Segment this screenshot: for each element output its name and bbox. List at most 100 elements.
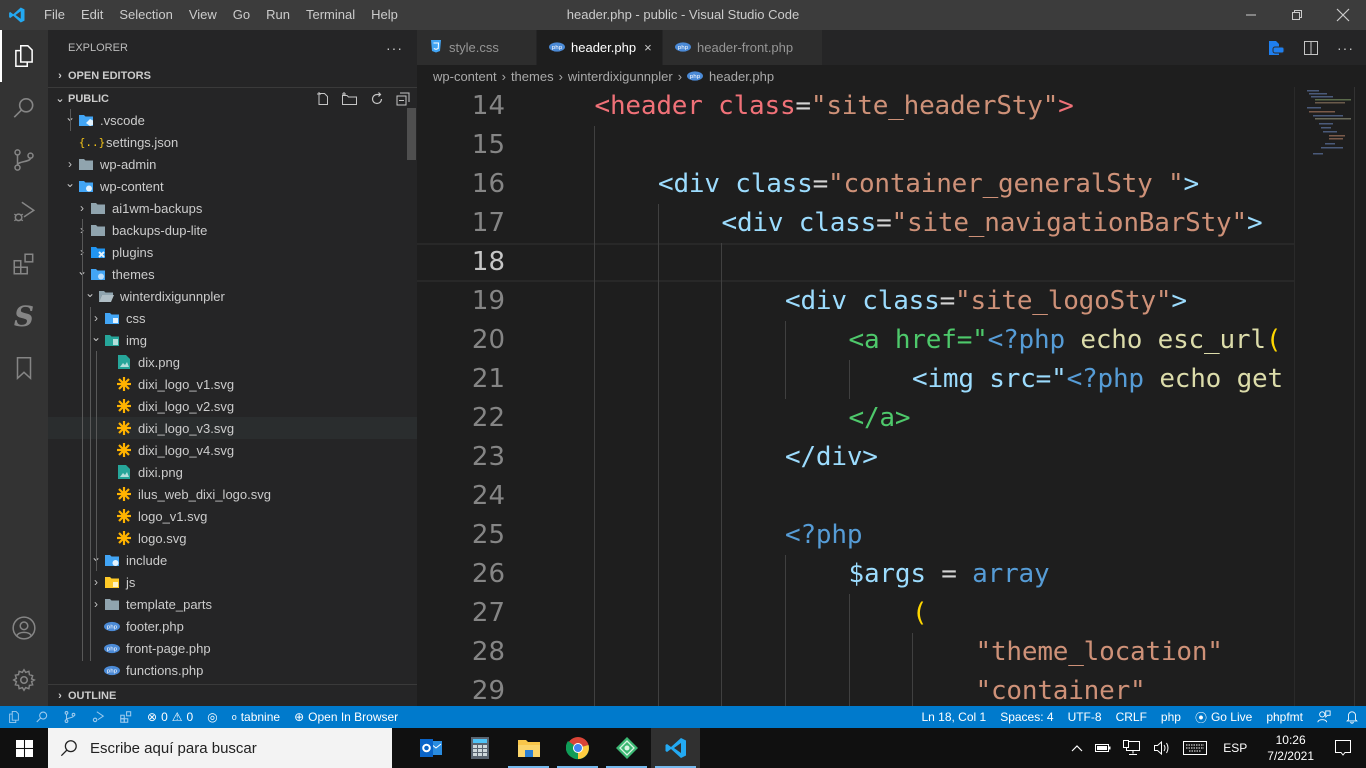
tab-style-css[interactable]: style.css <box>417 30 537 65</box>
start-button[interactable] <box>0 728 48 768</box>
status-source-control[interactable] <box>56 706 84 728</box>
breadcrumb-item[interactable]: winterdixigunnpler <box>568 69 673 84</box>
volume-tray[interactable] <box>1147 740 1177 756</box>
status-open-in-browser[interactable]: ⊕ Open In Browser <box>287 706 405 728</box>
file-item-dixi-logo-v2-svg[interactable]: dixi_logo_v2.svg <box>48 395 417 417</box>
status-language[interactable]: php <box>1154 706 1188 728</box>
open-editors-section[interactable]: › OPEN EDITORS <box>48 65 417 87</box>
activity-snippets[interactable]: S <box>0 290 48 342</box>
minimap[interactable] <box>1294 87 1354 706</box>
folder-item-themes[interactable]: ⌄themes <box>48 263 417 285</box>
network-tray[interactable] <box>1117 740 1147 756</box>
clock[interactable]: 10:26 7/2/2021 <box>1257 732 1324 764</box>
action-center-button[interactable] <box>1324 739 1366 757</box>
taskbar-chrome[interactable] <box>553 728 602 768</box>
status-notifications[interactable] <box>1338 706 1366 728</box>
editor-scrollbar[interactable] <box>1354 87 1366 706</box>
file-item-dixi-logo-v3-svg[interactable]: dixi_logo_v3.svg <box>48 417 417 439</box>
split-editor-icon[interactable] <box>1303 40 1319 56</box>
taskbar-calculator[interactable] <box>455 728 504 768</box>
folder-item--vscode[interactable]: ⌄.vscode <box>48 109 417 131</box>
file-item-dixi-logo-v1-svg[interactable]: dixi_logo_v1.svg <box>48 373 417 395</box>
php-open-preview-icon[interactable] <box>1267 40 1285 56</box>
close-tab-icon[interactable]: × <box>644 40 652 55</box>
file-item-ilus-web-dixi-logo-svg[interactable]: ilus_web_dixi_logo.svg <box>48 483 417 505</box>
menu-file[interactable]: File <box>36 0 73 30</box>
taskbar-outlook[interactable] <box>406 728 455 768</box>
activity-bookmarks[interactable] <box>0 342 48 394</box>
touch-keyboard-tray[interactable] <box>1177 741 1213 755</box>
file-item-footer-php[interactable]: php footer.php <box>48 615 417 637</box>
file-item-dix-png[interactable]: dix.png <box>48 351 417 373</box>
menu-view[interactable]: View <box>181 0 225 30</box>
status-encoding[interactable]: UTF-8 <box>1061 706 1109 728</box>
activity-manage[interactable] <box>0 654 48 706</box>
folder-item-winterdixigunnpler[interactable]: ⌄ winterdixigunnpler <box>48 285 417 307</box>
file-item-dixi-png[interactable]: dixi.png <box>48 461 417 483</box>
tab-header-front-php[interactable]: php header-front.php <box>663 30 823 65</box>
status-phpfmt[interactable]: phpfmt <box>1259 706 1310 728</box>
status-tabnine[interactable]: o tabnine <box>225 706 287 728</box>
taskbar-gitkraken[interactable] <box>602 728 651 768</box>
folder-item-backups-dup-lite[interactable]: ›backups-dup-lite <box>48 219 417 241</box>
status-eol[interactable]: CRLF <box>1109 706 1154 728</box>
activity-extensions[interactable] <box>0 238 48 290</box>
menu-go[interactable]: Go <box>225 0 258 30</box>
code-editor[interactable]: 14 <header class="site_headerSty"> 15 16 <di… <box>417 87 1294 706</box>
menu-help[interactable]: Help <box>363 0 406 30</box>
taskbar-file-explorer[interactable] <box>504 728 553 768</box>
refresh-icon[interactable] <box>369 91 385 107</box>
close-window-button[interactable] <box>1320 0 1366 30</box>
folder-item-css[interactable]: › css <box>48 307 417 329</box>
status-feedback[interactable] <box>1310 706 1338 728</box>
file-item-logo-v1-svg[interactable]: logo_v1.svg <box>48 505 417 527</box>
file-item-dixi-logo-v4-svg[interactable]: dixi_logo_v4.svg <box>48 439 417 461</box>
status-live-share[interactable]: ◎ <box>200 706 224 728</box>
tab-header-php[interactable]: php header.php × <box>537 30 663 65</box>
folder-item-template-parts[interactable]: › template_parts <box>48 593 417 615</box>
new-folder-icon[interactable] <box>341 91 359 107</box>
folder-item-wp-content[interactable]: ⌄ wp-content <box>48 175 417 197</box>
status-extensions[interactable] <box>112 706 140 728</box>
new-file-icon[interactable] <box>315 91 331 107</box>
file-item-settings-json[interactable]: {..} settings.json <box>48 131 417 153</box>
status-search[interactable] <box>28 706 56 728</box>
taskbar-vscode[interactable] <box>651 728 700 768</box>
activity-accounts[interactable] <box>0 602 48 654</box>
file-item-front-page-php[interactable]: php front-page.php <box>48 637 417 659</box>
activity-search[interactable] <box>0 82 48 134</box>
sidebar-scrollbar[interactable] <box>407 108 416 160</box>
menu-run[interactable]: Run <box>258 0 298 30</box>
status-explorer[interactable] <box>0 706 28 728</box>
folder-item-plugins[interactable]: ›plugins <box>48 241 417 263</box>
file-item-logo-svg[interactable]: logo.svg <box>48 527 417 549</box>
folder-item-img[interactable]: ⌄ img <box>48 329 417 351</box>
more-actions-icon[interactable]: ··· <box>1337 40 1354 56</box>
menu-selection[interactable]: Selection <box>111 0 180 30</box>
activity-explorer[interactable] <box>0 30 48 82</box>
file-item-functions-php[interactable]: php functions.php <box>48 659 417 681</box>
activity-run-debug[interactable] <box>0 186 48 238</box>
public-folder-section[interactable]: ⌄ PUBLIC <box>48 87 417 109</box>
status-go-live[interactable]: ⦿ Go Live <box>1188 706 1259 728</box>
taskbar-search-box[interactable]: Escribe aquí para buscar <box>48 728 392 768</box>
folder-item-ai1wm-backups[interactable]: › ai1wm-backups <box>48 197 417 219</box>
breadcrumb-item[interactable]: wp-content <box>433 69 497 84</box>
minimize-button[interactable] <box>1228 0 1274 30</box>
show-hidden-icons[interactable] <box>1065 744 1089 752</box>
menu-edit[interactable]: Edit <box>73 0 111 30</box>
breadcrumb-item[interactable]: header.php <box>709 69 774 84</box>
battery-tray[interactable] <box>1089 743 1117 753</box>
more-actions-button[interactable]: ··· <box>386 40 403 56</box>
folder-item-wp-admin[interactable]: › wp-admin <box>48 153 417 175</box>
language-indicator[interactable]: ESP <box>1213 741 1257 755</box>
outline-section[interactable]: › OUTLINE <box>48 684 417 706</box>
status-indentation[interactable]: Spaces: 4 <box>993 706 1060 728</box>
collapse-all-icon[interactable] <box>395 91 411 107</box>
activity-source-control[interactable] <box>0 134 48 186</box>
folder-item-js[interactable]: › js <box>48 571 417 593</box>
status-problems[interactable]: ⊗ 0 ⚠ 0 <box>140 706 200 728</box>
restore-button[interactable] <box>1274 0 1320 30</box>
menu-terminal[interactable]: Terminal <box>298 0 363 30</box>
folder-item-include[interactable]: ⌄include <box>48 549 417 571</box>
